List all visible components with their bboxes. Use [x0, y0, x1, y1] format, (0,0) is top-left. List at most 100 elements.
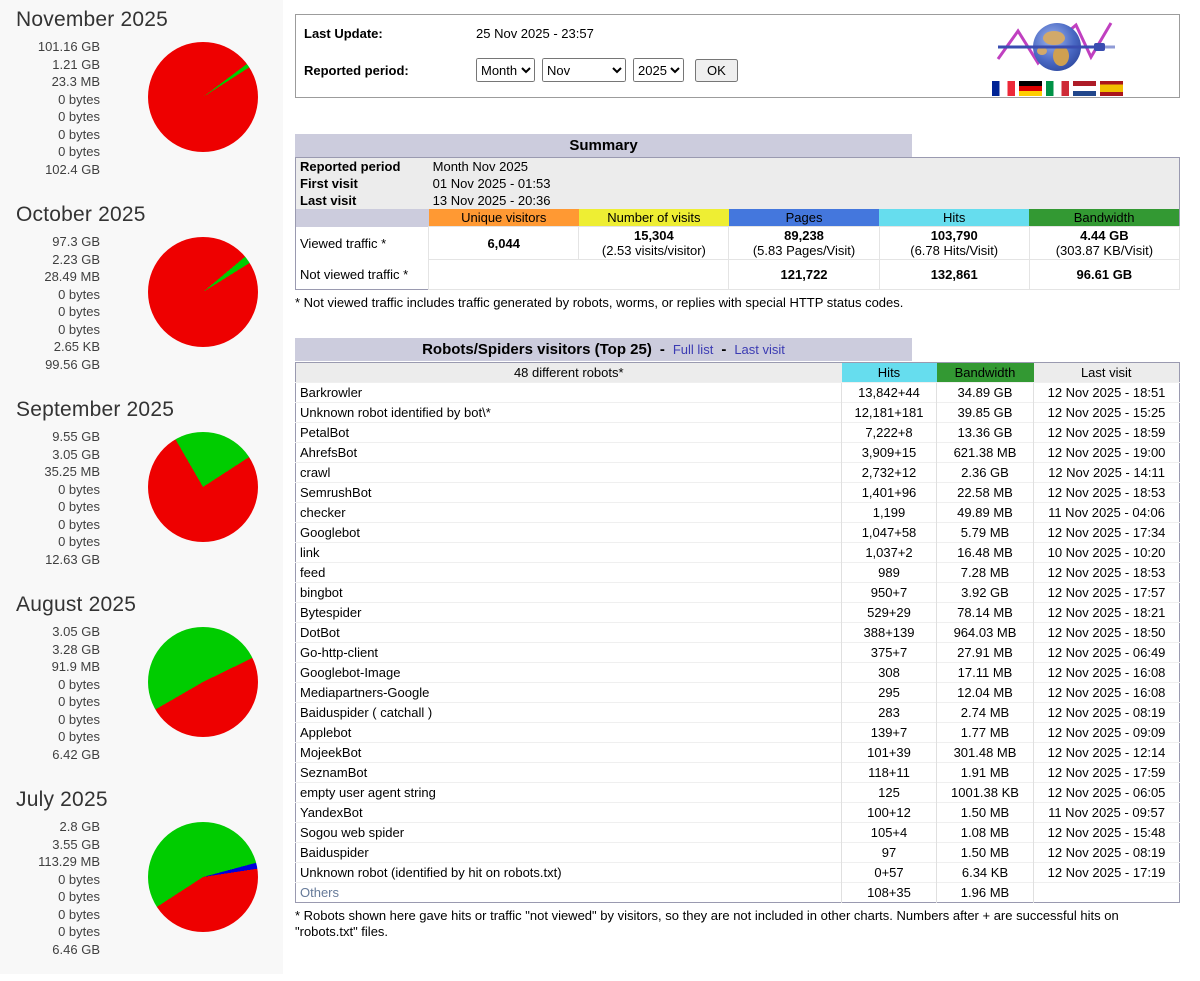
bandwidth-pie-chart [148, 822, 258, 932]
flag-spain-icon[interactable] [1100, 81, 1123, 96]
bandwidth-pie-chart [148, 627, 258, 737]
summary-table: Reported periodMonth Nov 2025First visit… [295, 157, 1180, 290]
monthly-bandwidth-sidebar: November 2025 101.16 GB1.21 GB23.3 MB0 b… [0, 0, 283, 974]
summary-info-row: Reported periodMonth Nov 2025 [296, 158, 1180, 176]
ok-button[interactable]: OK [695, 59, 738, 82]
month-value: 0 bytes [0, 516, 100, 534]
robot-hits: 108+35 [842, 883, 937, 903]
period-year-select[interactable]: 2025 [633, 58, 684, 82]
robot-bandwidth: 1.08 MB [937, 823, 1034, 843]
robot-bandwidth: 3.92 GB [937, 583, 1034, 603]
robot-hits: 0+57 [842, 863, 937, 883]
flag-netherlands-icon[interactable] [1073, 81, 1096, 96]
month-value: 0 bytes [0, 888, 100, 906]
viewed-value: 89,238 [784, 228, 824, 243]
robots-last-visit-link[interactable]: Last visit [734, 342, 785, 357]
month-block: October 2025 97.3 GB2.23 GB28.49 MB0 byt… [0, 203, 283, 396]
table-row: Googlebot 1,047+58 5.79 MB 12 Nov 2025 -… [296, 523, 1180, 543]
viewed-number-of-visits-cell: 15,304(2.53 visits/visitor) [579, 227, 729, 260]
summary-col-unique-visitors: Unique visitors [429, 209, 579, 227]
summary-footnote: * Not viewed traffic includes traffic ge… [295, 295, 1180, 311]
robots-col-hits: Hits [842, 363, 937, 383]
month-value: 1.21 GB [0, 56, 100, 74]
flag-italy-icon[interactable] [1046, 81, 1069, 96]
robots-col-name: 48 different robots* [296, 363, 842, 383]
period-type-select[interactable]: Month [476, 58, 535, 82]
month-title: November 2025 [16, 8, 283, 32]
viewed-traffic-label: Viewed traffic * [296, 227, 429, 260]
month-value: 9.55 GB [0, 428, 100, 446]
robot-hits: 3,909+15 [842, 443, 937, 463]
viewed-ratio: (5.83 Pages/Visit) [733, 243, 874, 258]
robot-last-visit: 11 Nov 2025 - 04:06 [1034, 503, 1180, 523]
period-month-select[interactable]: Nov [542, 58, 626, 82]
month-block: November 2025 101.16 GB1.21 GB23.3 MB0 b… [0, 8, 283, 201]
robot-name: YandexBot [296, 803, 842, 823]
summary-title: Summary [569, 137, 637, 154]
robot-name: Sogou web spider [296, 823, 842, 843]
table-row: Baiduspider 97 1.50 MB 12 Nov 2025 - 08:… [296, 843, 1180, 863]
month-value: 0 bytes [0, 481, 100, 499]
month-title: July 2025 [16, 788, 283, 812]
robot-hits: 283 [842, 703, 937, 723]
not-viewed-value: 121,722 [781, 267, 828, 282]
month-value: 23.3 MB [0, 73, 100, 91]
table-row: MojeekBot 101+39 301.48 MB 12 Nov 2025 -… [296, 743, 1180, 763]
month-value: 0 bytes [0, 303, 100, 321]
month-value: 0 bytes [0, 286, 100, 304]
month-value: 113.29 MB [0, 853, 100, 871]
month-values: 97.3 GB2.23 GB28.49 MB0 bytes0 bytes0 by… [0, 233, 100, 373]
summary-col-spacer [296, 209, 429, 227]
robot-last-visit: 11 Nov 2025 - 09:57 [1034, 803, 1180, 823]
robot-name: Unknown robot identified by bot\* [296, 403, 842, 423]
robot-name: Baiduspider [296, 843, 842, 863]
robot-bandwidth: 78.14 MB [937, 603, 1034, 623]
robot-bandwidth: 7.28 MB [937, 563, 1034, 583]
viewed-value: 6,044 [487, 236, 520, 251]
robot-last-visit: 12 Nov 2025 - 15:25 [1034, 403, 1180, 423]
month-value: 0 bytes [0, 676, 100, 694]
robots-table: 48 different robots* Hits Bandwidth Last… [295, 362, 1180, 903]
month-value: 12.63 GB [0, 551, 100, 569]
robot-last-visit: 12 Nov 2025 - 06:49 [1034, 643, 1180, 663]
robot-hits: 125 [842, 783, 937, 803]
robot-name: SeznamBot [296, 763, 842, 783]
summary-section: Summary Reported periodMonth Nov 2025Fir… [295, 134, 1180, 311]
bandwidth-pie-chart [148, 42, 258, 152]
month-value: 0 bytes [0, 143, 100, 161]
robots-col-last-visit: Last visit [1034, 363, 1180, 383]
not-viewed-empty-cell [429, 260, 729, 290]
robot-bandwidth: 34.89 GB [937, 383, 1034, 403]
table-row: feed 989 7.28 MB 12 Nov 2025 - 18:53 [296, 563, 1180, 583]
robot-hits: 1,037+2 [842, 543, 937, 563]
robots-footnote: * Robots shown here gave hits or traffic… [295, 908, 1180, 940]
summary-col-pages: Pages [729, 209, 879, 227]
month-value: 3.05 GB [0, 623, 100, 641]
robot-hits: 118+11 [842, 763, 937, 783]
robot-hits: 375+7 [842, 643, 937, 663]
report-header-box: Last Update: 25 Nov 2025 - 23:57 Reporte… [295, 14, 1180, 98]
robot-name: Applebot [296, 723, 842, 743]
flag-france-icon[interactable] [992, 81, 1015, 96]
robots-full-list-link[interactable]: Full list [673, 342, 713, 357]
robot-name: Googlebot [296, 523, 842, 543]
robot-bandwidth: 6.34 KB [937, 863, 1034, 883]
robot-name: link [296, 543, 842, 563]
robot-name: Unknown robot (identified by hit on robo… [296, 863, 842, 883]
month-value: 0 bytes [0, 923, 100, 941]
robot-bandwidth: 301.48 MB [937, 743, 1034, 763]
month-value: 35.25 MB [0, 463, 100, 481]
month-value: 102.4 GB [0, 161, 100, 179]
table-row: Others 108+35 1.96 MB [296, 883, 1180, 903]
robot-last-visit: 12 Nov 2025 - 17:57 [1034, 583, 1180, 603]
robot-hits: 388+139 [842, 623, 937, 643]
robot-hits: 1,401+96 [842, 483, 937, 503]
robot-name: MojeekBot [296, 743, 842, 763]
robot-name: PetalBot [296, 423, 842, 443]
table-row: AhrefsBot 3,909+15 621.38 MB 12 Nov 2025… [296, 443, 1180, 463]
robot-hits: 1,047+58 [842, 523, 937, 543]
robot-bandwidth: 2.36 GB [937, 463, 1034, 483]
robot-bandwidth: 39.85 GB [937, 403, 1034, 423]
robots-section: Robots/Spiders visitors (Top 25)-Full li… [295, 338, 1180, 940]
flag-germany-icon[interactable] [1019, 81, 1042, 96]
